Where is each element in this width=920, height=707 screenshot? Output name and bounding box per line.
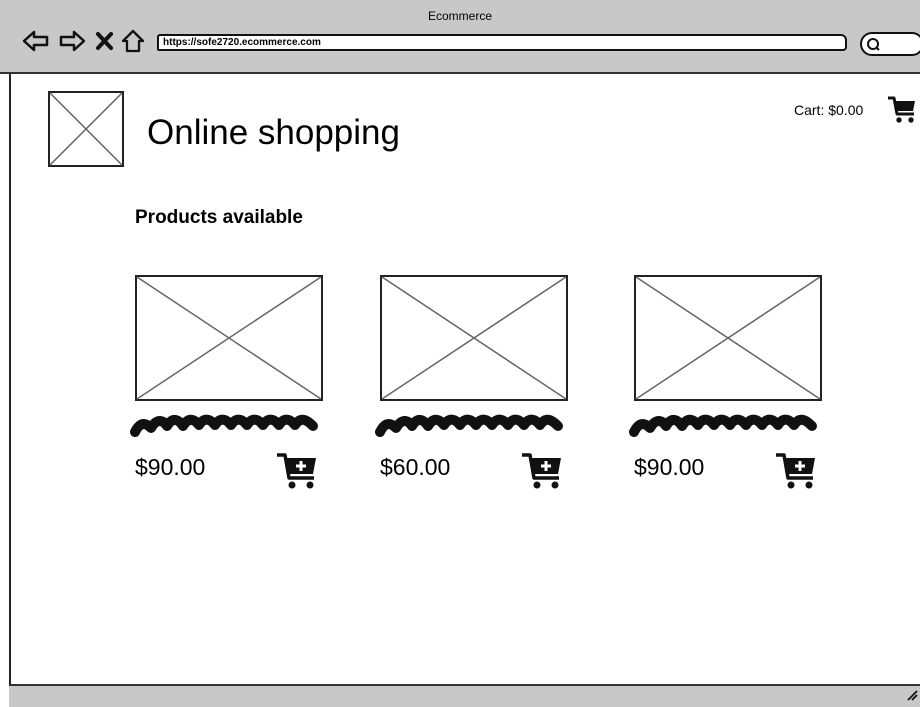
- product-name-scribble: [374, 410, 574, 444]
- forward-icon[interactable]: [58, 28, 86, 54]
- url-text: https://sofe2720.ecommerce.com: [163, 37, 321, 48]
- product-name-scribble: [129, 410, 329, 444]
- browser-toolbar: Ecommerce https://sofe2720.ecommerce.com: [0, 0, 920, 74]
- add-to-cart-icon[interactable]: [521, 452, 565, 494]
- search-button[interactable]: [860, 32, 920, 56]
- product-price: $90.00: [135, 454, 206, 480]
- home-icon[interactable]: [120, 28, 148, 54]
- product-image-placeholder: [380, 275, 568, 405]
- section-heading: Products available: [135, 207, 303, 228]
- product-price: $60.00: [380, 454, 451, 480]
- product-card[interactable]: $90.00: [629, 275, 824, 495]
- close-icon[interactable]: [94, 28, 122, 54]
- product-card[interactable]: $60.00: [375, 275, 570, 495]
- product-name-scribble: [628, 410, 828, 444]
- add-to-cart-icon[interactable]: [775, 452, 819, 494]
- product-card[interactable]: $90.00: [130, 275, 325, 495]
- product-image-placeholder: [634, 275, 822, 405]
- window-title: Ecommerce: [427, 9, 492, 23]
- status-bar: [9, 684, 920, 707]
- resize-grip-icon[interactable]: [904, 686, 918, 705]
- logo-placeholder: [48, 91, 124, 167]
- product-price: $90.00: [634, 454, 705, 480]
- back-icon[interactable]: [22, 28, 50, 54]
- page-title: Online shopping: [147, 113, 400, 152]
- cart-icon[interactable]: [887, 96, 919, 128]
- search-icon: [867, 38, 880, 51]
- page-frame-border: [9, 74, 11, 707]
- cart-total[interactable]: Cart: $0.00: [794, 102, 863, 118]
- product-image-placeholder: [135, 275, 323, 405]
- add-to-cart-icon[interactable]: [276, 452, 320, 494]
- address-bar[interactable]: https://sofe2720.ecommerce.com: [157, 34, 847, 51]
